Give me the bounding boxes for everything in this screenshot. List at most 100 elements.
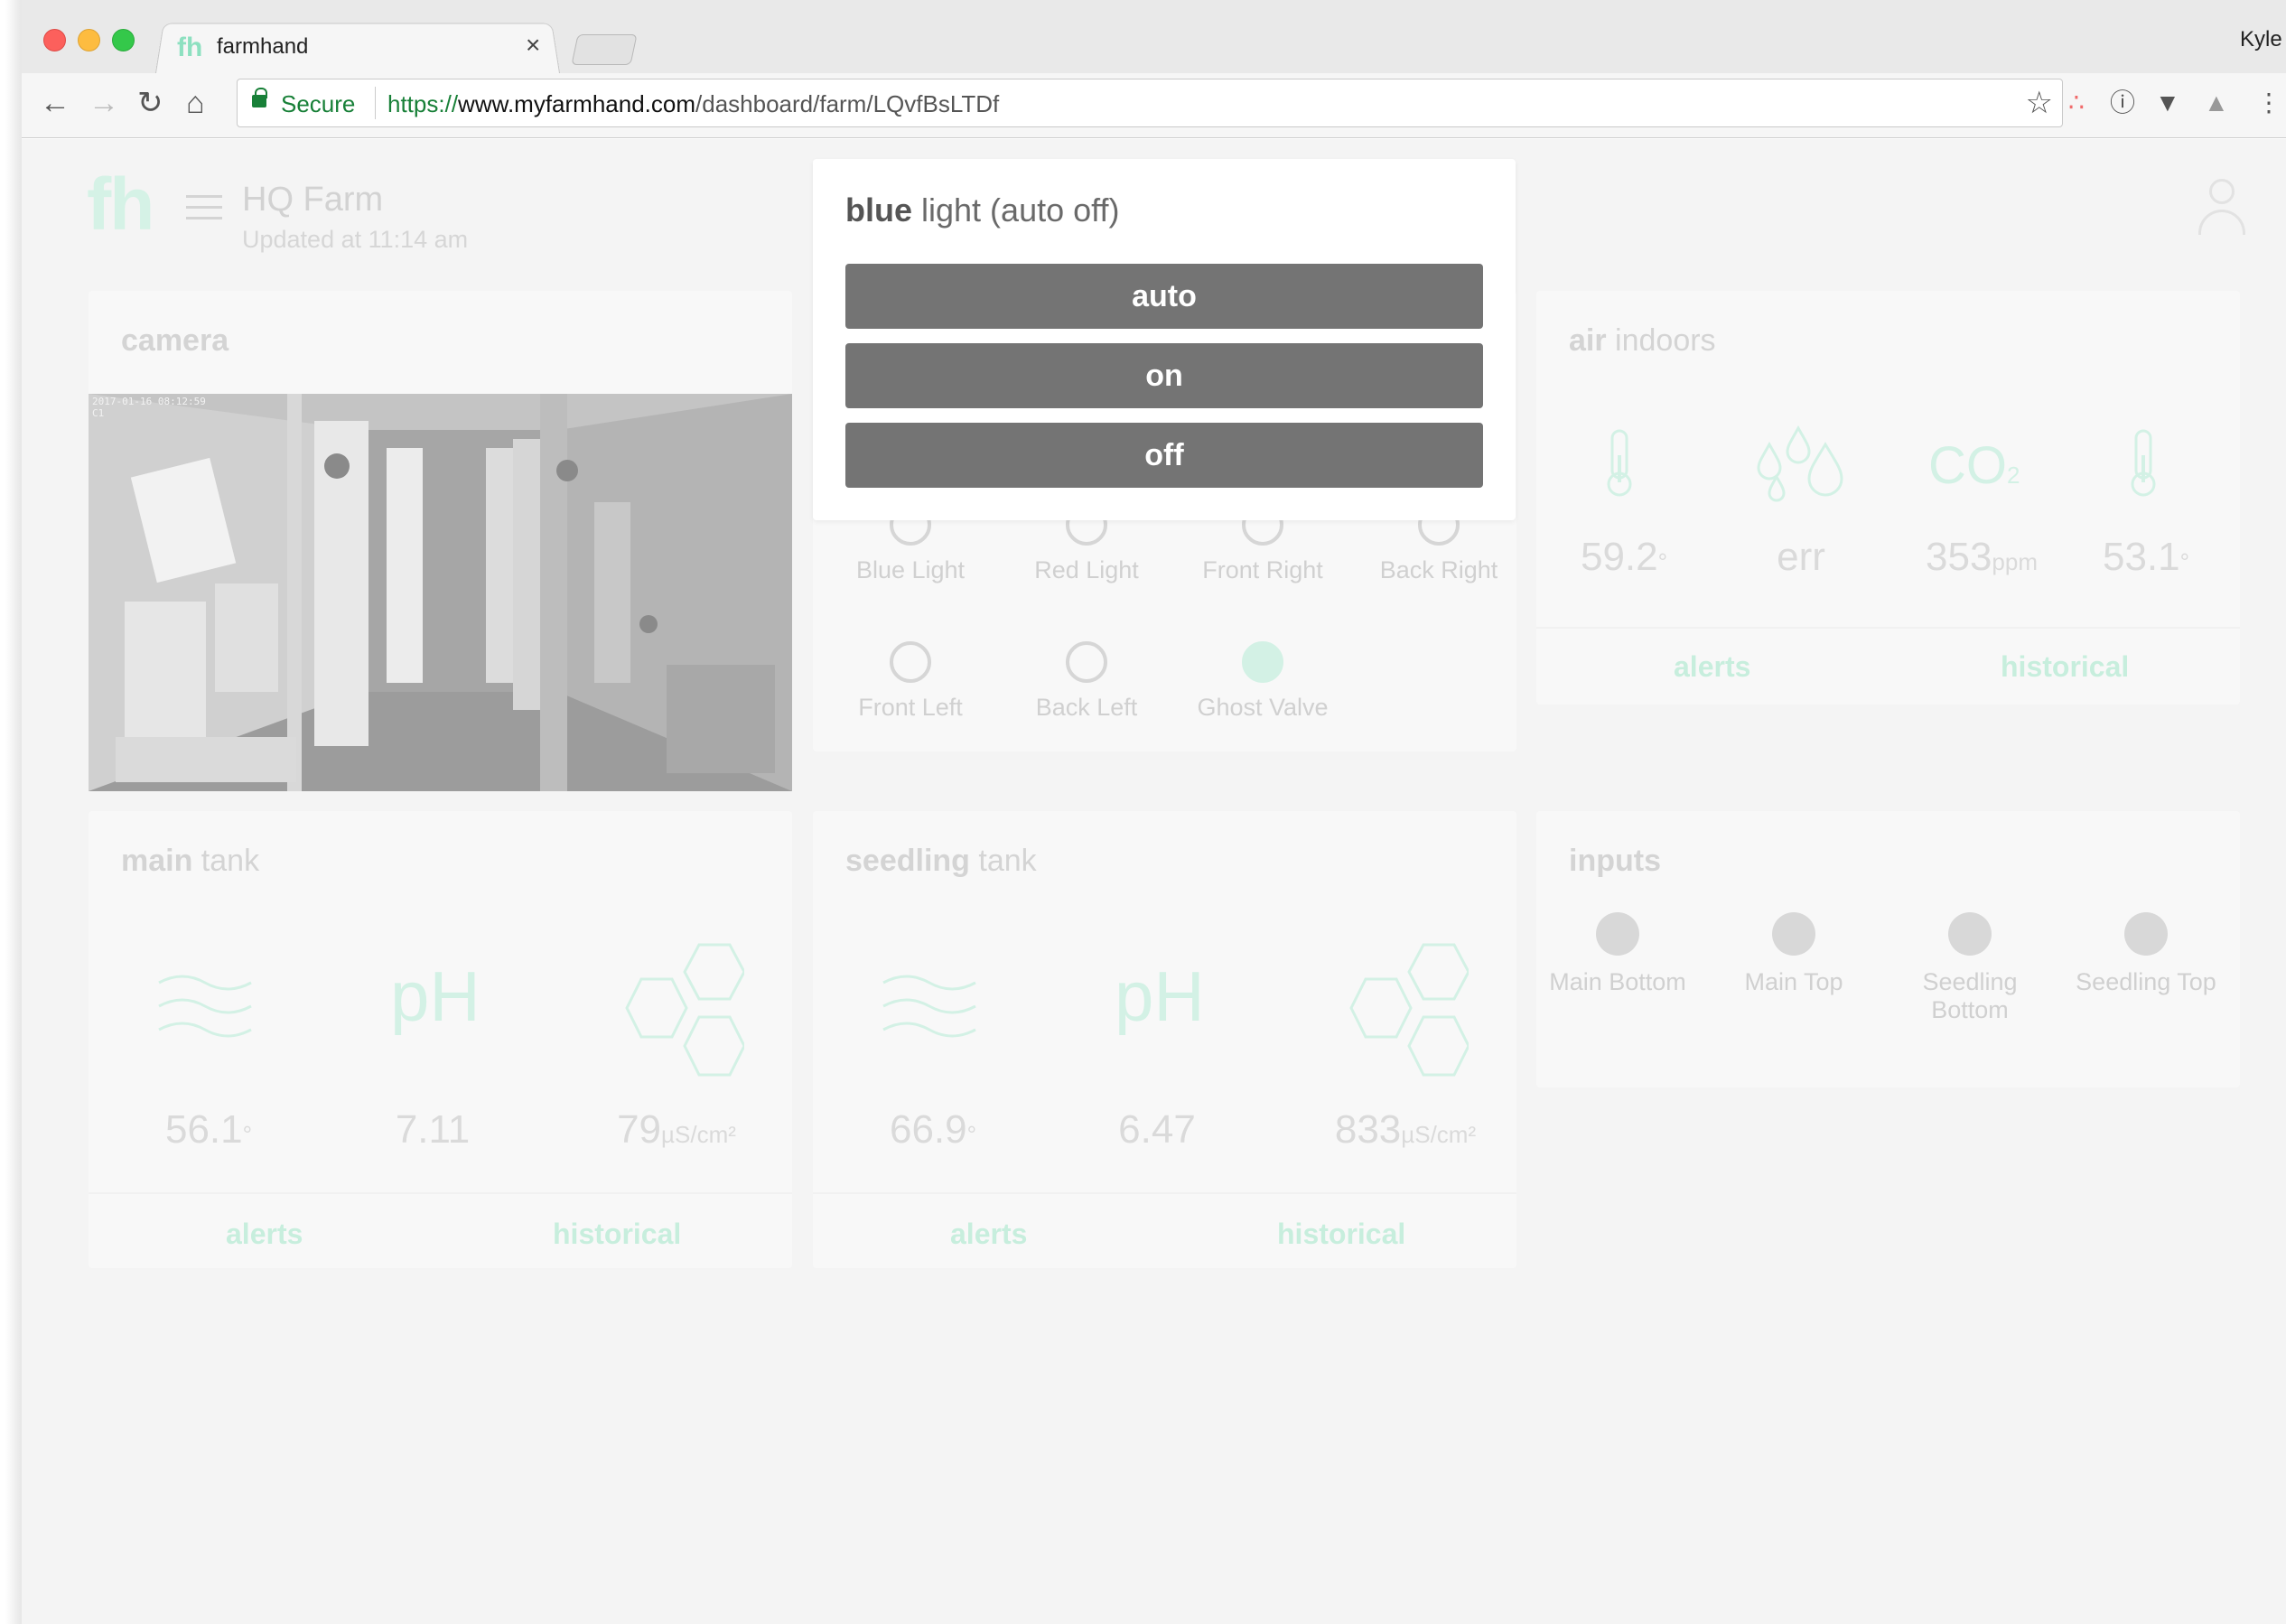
url-host: www.myfarmhand.com xyxy=(458,90,696,117)
relay-label: Back Left xyxy=(1035,694,1138,721)
molecule-hexagons-icon xyxy=(625,943,744,1077)
input-label: Seedling Bottom xyxy=(1922,968,2018,1023)
ph-icon: pH xyxy=(1115,957,1205,1036)
seedling-tank-ph: 6.47 xyxy=(1118,1107,1196,1152)
back-arrow-icon[interactable]: ← xyxy=(40,88,70,118)
asana-icon[interactable]: ∴ xyxy=(2068,89,2085,117)
lock-icon xyxy=(252,88,267,107)
card-divider xyxy=(1536,627,2240,629)
relay-label: Back Right xyxy=(1379,556,1498,583)
inputs-card: inputs Main Bottom Main Top Seedling Bot… xyxy=(1536,811,2240,1087)
forward-arrow-icon[interactable]: → xyxy=(89,88,119,118)
menu-dots-icon[interactable]: ⋮ xyxy=(2256,89,2281,117)
relay-label: Ghost Valve xyxy=(1197,694,1329,721)
relay-label: Blue Light xyxy=(855,556,966,583)
relay-front-left[interactable]: Front Left xyxy=(829,641,992,722)
url-scheme: https:// xyxy=(387,90,459,117)
profile-avatar-icon[interactable] xyxy=(2197,179,2247,238)
farm-name: HQ Farm xyxy=(242,181,384,219)
air-alerts-link[interactable]: alerts xyxy=(1674,650,1750,684)
water-waves-icon xyxy=(882,975,976,1038)
water-waves-icon xyxy=(158,975,252,1038)
main-tank-historical-link[interactable]: historical xyxy=(553,1218,681,1251)
air-temp-1: 59.2° xyxy=(1580,535,1668,579)
close-window-button[interactable] xyxy=(43,29,66,51)
camera-title: camera xyxy=(121,323,229,358)
input-seedling-top: Seedling Top xyxy=(2065,912,2227,996)
seedling-tank-title: seedling tank xyxy=(845,844,1037,878)
zoom-window-button[interactable] xyxy=(112,29,135,51)
seedling-tank-historical-link[interactable]: historical xyxy=(1277,1218,1405,1251)
reload-icon[interactable]: ↻ xyxy=(137,88,163,118)
seedling-tank-temp: 66.9° xyxy=(889,1107,977,1152)
relay-toggle-icon xyxy=(1066,641,1107,683)
minimize-window-button[interactable] xyxy=(78,29,100,51)
bookmark-star-icon[interactable]: ☆ xyxy=(2026,85,2053,121)
drive-icon[interactable]: ▲ xyxy=(2204,89,2229,117)
input-seedling-bottom: Seedling Bottom xyxy=(1889,912,2051,1024)
address-bar[interactable]: Secure https://www.myfarmhand.com/dashbo… xyxy=(237,79,2063,127)
card-divider xyxy=(813,1192,1516,1194)
profile-name[interactable]: Kyle xyxy=(2240,27,2282,52)
main-tank-temp: 56.1° xyxy=(164,1107,253,1152)
seedling-tank-card: seedling tank pH 66.9° 6.47 833µS/cm² al… xyxy=(813,811,1516,1268)
url-text[interactable]: https://www.myfarmhand.com/dashboard/far… xyxy=(387,90,999,118)
molecule-hexagons-icon xyxy=(1349,943,1469,1077)
camera-feed-image[interactable]: 2017-01-16 08:12:59 C1 xyxy=(89,394,792,791)
new-tab-button[interactable] xyxy=(571,34,638,65)
input-label: Main Bottom xyxy=(1549,968,1686,995)
dashboard-page: fh HQ Farm Updated at 11:14 am camera 20… xyxy=(22,139,2286,1624)
relay-label: Red Light xyxy=(1034,556,1139,583)
tab-title: farmhand xyxy=(217,34,309,59)
camera-feed-drawing xyxy=(89,394,792,791)
main-tank-title: main tank xyxy=(121,844,260,878)
air-indoors-card: air indoors CO2 59.2° err 353ppm 53.1° a… xyxy=(1536,291,2240,705)
popup-title: blue light (auto off) xyxy=(845,191,1120,229)
air-historical-link[interactable]: historical xyxy=(2001,650,2129,684)
home-icon[interactable]: ⌂ xyxy=(186,88,205,118)
mode-auto-button[interactable]: auto xyxy=(845,264,1483,329)
browser-tab[interactable]: fh farmhand × xyxy=(155,20,560,73)
camera-timestamp: 2017-01-16 08:12:59 C1 xyxy=(92,396,206,419)
secure-label: Secure xyxy=(281,90,356,117)
main-tank-ph: 7.11 xyxy=(395,1107,471,1152)
relay-label: Front Right xyxy=(1202,556,1323,583)
farmhand-logo[interactable]: fh xyxy=(87,163,154,247)
input-status-icon xyxy=(1596,912,1639,956)
mode-on-button[interactable]: on xyxy=(845,343,1483,408)
air-humidity: err xyxy=(1777,535,1825,579)
input-main-bottom: Main Bottom xyxy=(1536,912,1699,996)
relay-label: Front Left xyxy=(858,694,963,721)
tab-close-icon[interactable]: × xyxy=(526,31,540,60)
main-tank-alerts-link[interactable]: alerts xyxy=(226,1218,303,1251)
main-tank-card: main tank pH 56.1° 7.11 79µS/cm² alerts … xyxy=(89,811,792,1268)
main-tank-ec: 79µS/cm² xyxy=(617,1107,736,1152)
input-status-icon xyxy=(2124,912,2168,956)
relay-toggle-icon xyxy=(1242,641,1283,683)
farmhand-favicon-icon: fh xyxy=(177,33,203,62)
input-label: Main Top xyxy=(1744,968,1843,995)
info-icon[interactable]: ⓘ xyxy=(2110,89,2135,117)
thermometer-icon xyxy=(1607,429,1632,497)
relay-ghost-valve[interactable]: Ghost Valve xyxy=(1181,641,1344,722)
relay-back-left[interactable]: Back Left xyxy=(1005,641,1168,722)
hamburger-menu-icon[interactable] xyxy=(186,195,222,228)
air-temp-2: 53.1° xyxy=(2102,535,2190,579)
seedling-tank-alerts-link[interactable]: alerts xyxy=(950,1218,1027,1251)
co2-icon: CO2 xyxy=(1928,436,2020,495)
inputs-title: inputs xyxy=(1569,844,1661,878)
url-path: /dashboard/farm/LQvfBsLTDf xyxy=(695,90,1000,117)
relay-toggle-icon xyxy=(890,641,931,683)
card-divider xyxy=(89,1192,792,1194)
pocket-icon[interactable]: ▼ xyxy=(2155,89,2180,117)
mode-off-button[interactable]: off xyxy=(845,423,1483,488)
input-main-top: Main Top xyxy=(1712,912,1875,996)
input-status-icon xyxy=(1772,912,1815,956)
ph-icon: pH xyxy=(390,957,481,1036)
humidity-drops-icon xyxy=(1757,425,1843,502)
thermometer-icon xyxy=(2131,429,2156,497)
air-title: air indoors xyxy=(1569,323,1716,358)
url-separator xyxy=(375,87,376,119)
seedling-tank-ec: 833µS/cm² xyxy=(1334,1107,1477,1152)
input-status-icon xyxy=(1948,912,1992,956)
